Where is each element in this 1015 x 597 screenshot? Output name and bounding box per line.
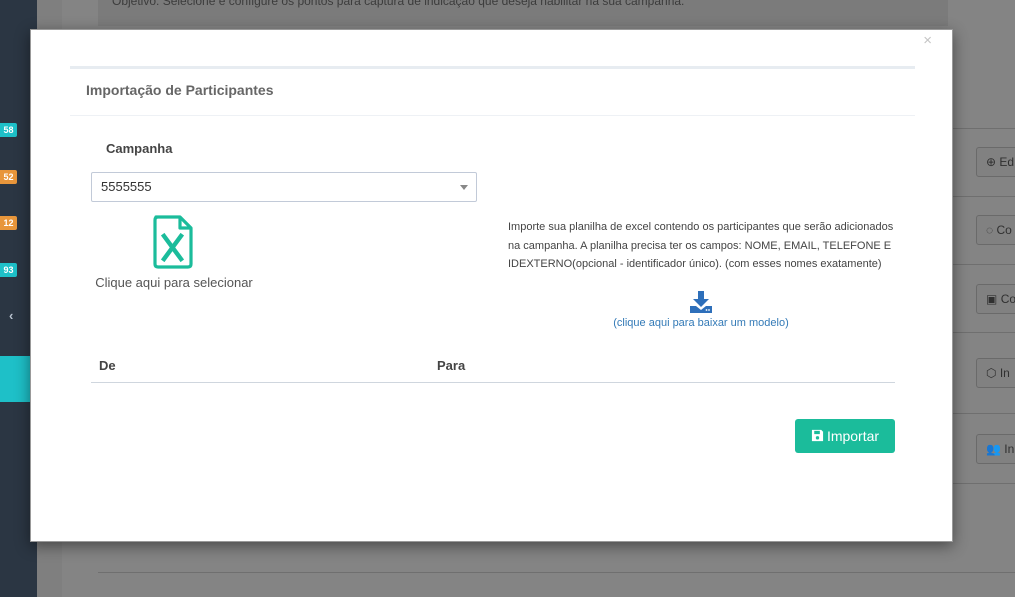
background-row-divider	[953, 332, 1015, 333]
import-participants-modal: × Importação de Participantes Campanha 5…	[30, 29, 953, 542]
sidebar-badge: 58	[0, 123, 17, 137]
side-button-globe[interactable]: ⊕ Ed	[976, 147, 1015, 177]
background-row-divider	[953, 413, 1015, 414]
sidebar-badge: 12	[0, 216, 17, 230]
import-button-label: Importar	[826, 428, 880, 444]
table-header-de: De	[99, 358, 116, 373]
table-header-divider	[91, 382, 895, 383]
select-file-link[interactable]: Clique aqui para selecionar	[91, 275, 257, 290]
side-button-file[interactable]: ▣ Co	[976, 284, 1015, 314]
side-button-label: Co	[996, 223, 1012, 237]
chevron-left-icon[interactable]: ‹	[9, 308, 13, 323]
save-icon	[811, 429, 824, 442]
table-header-para: Para	[437, 358, 466, 373]
close-icon[interactable]: ×	[923, 32, 932, 49]
campaign-select[interactable]: 5555555	[91, 172, 477, 202]
sidebar-badge: 52	[0, 170, 17, 184]
campaign-label: Campanha	[106, 141, 173, 156]
side-button-cube[interactable]: ⬡ In	[976, 358, 1015, 388]
download-icon[interactable]	[689, 290, 713, 314]
side-button-label: In	[1004, 442, 1015, 456]
side-button-users[interactable]: 👥 In	[976, 434, 1015, 464]
excel-file-icon[interactable]	[152, 215, 194, 269]
background-divider	[98, 572, 1015, 573]
side-button-label: In	[999, 366, 1010, 380]
side-button-whatsapp[interactable]: ◌ Co	[976, 215, 1015, 245]
side-button-label: Co	[1000, 292, 1015, 306]
side-button-label: Ed	[999, 155, 1015, 169]
cube-icon: ⬡	[986, 366, 997, 380]
modal-title: Importação de Participantes	[86, 82, 274, 98]
background-row-divider	[953, 196, 1015, 197]
whatsapp-icon: ◌	[986, 223, 994, 237]
campaign-selected-value: 5555555	[101, 179, 152, 194]
sidebar-badge: 93	[0, 263, 17, 277]
background-row-divider	[953, 264, 1015, 265]
import-button[interactable]: Importar	[795, 419, 895, 453]
title-divider	[70, 115, 915, 116]
users-icon: 👥	[986, 442, 1001, 456]
background-row-divider	[953, 483, 1015, 484]
objective-text: Objetivo: Selecione e configure os ponto…	[112, 0, 685, 8]
help-text: Importe sua planilha de excel contendo o…	[508, 221, 894, 270]
modal-body: Importação de Participantes Campanha 555…	[51, 51, 933, 522]
file-icon: ▣	[986, 292, 998, 306]
globe-icon: ⊕	[986, 155, 997, 169]
import-portlet: Importação de Participantes Campanha 555…	[70, 66, 915, 506]
background-row-divider	[953, 128, 1015, 129]
download-template-link[interactable]: (clique aqui para baixar um modelo)	[507, 317, 895, 329]
caret-down-icon	[460, 185, 468, 190]
